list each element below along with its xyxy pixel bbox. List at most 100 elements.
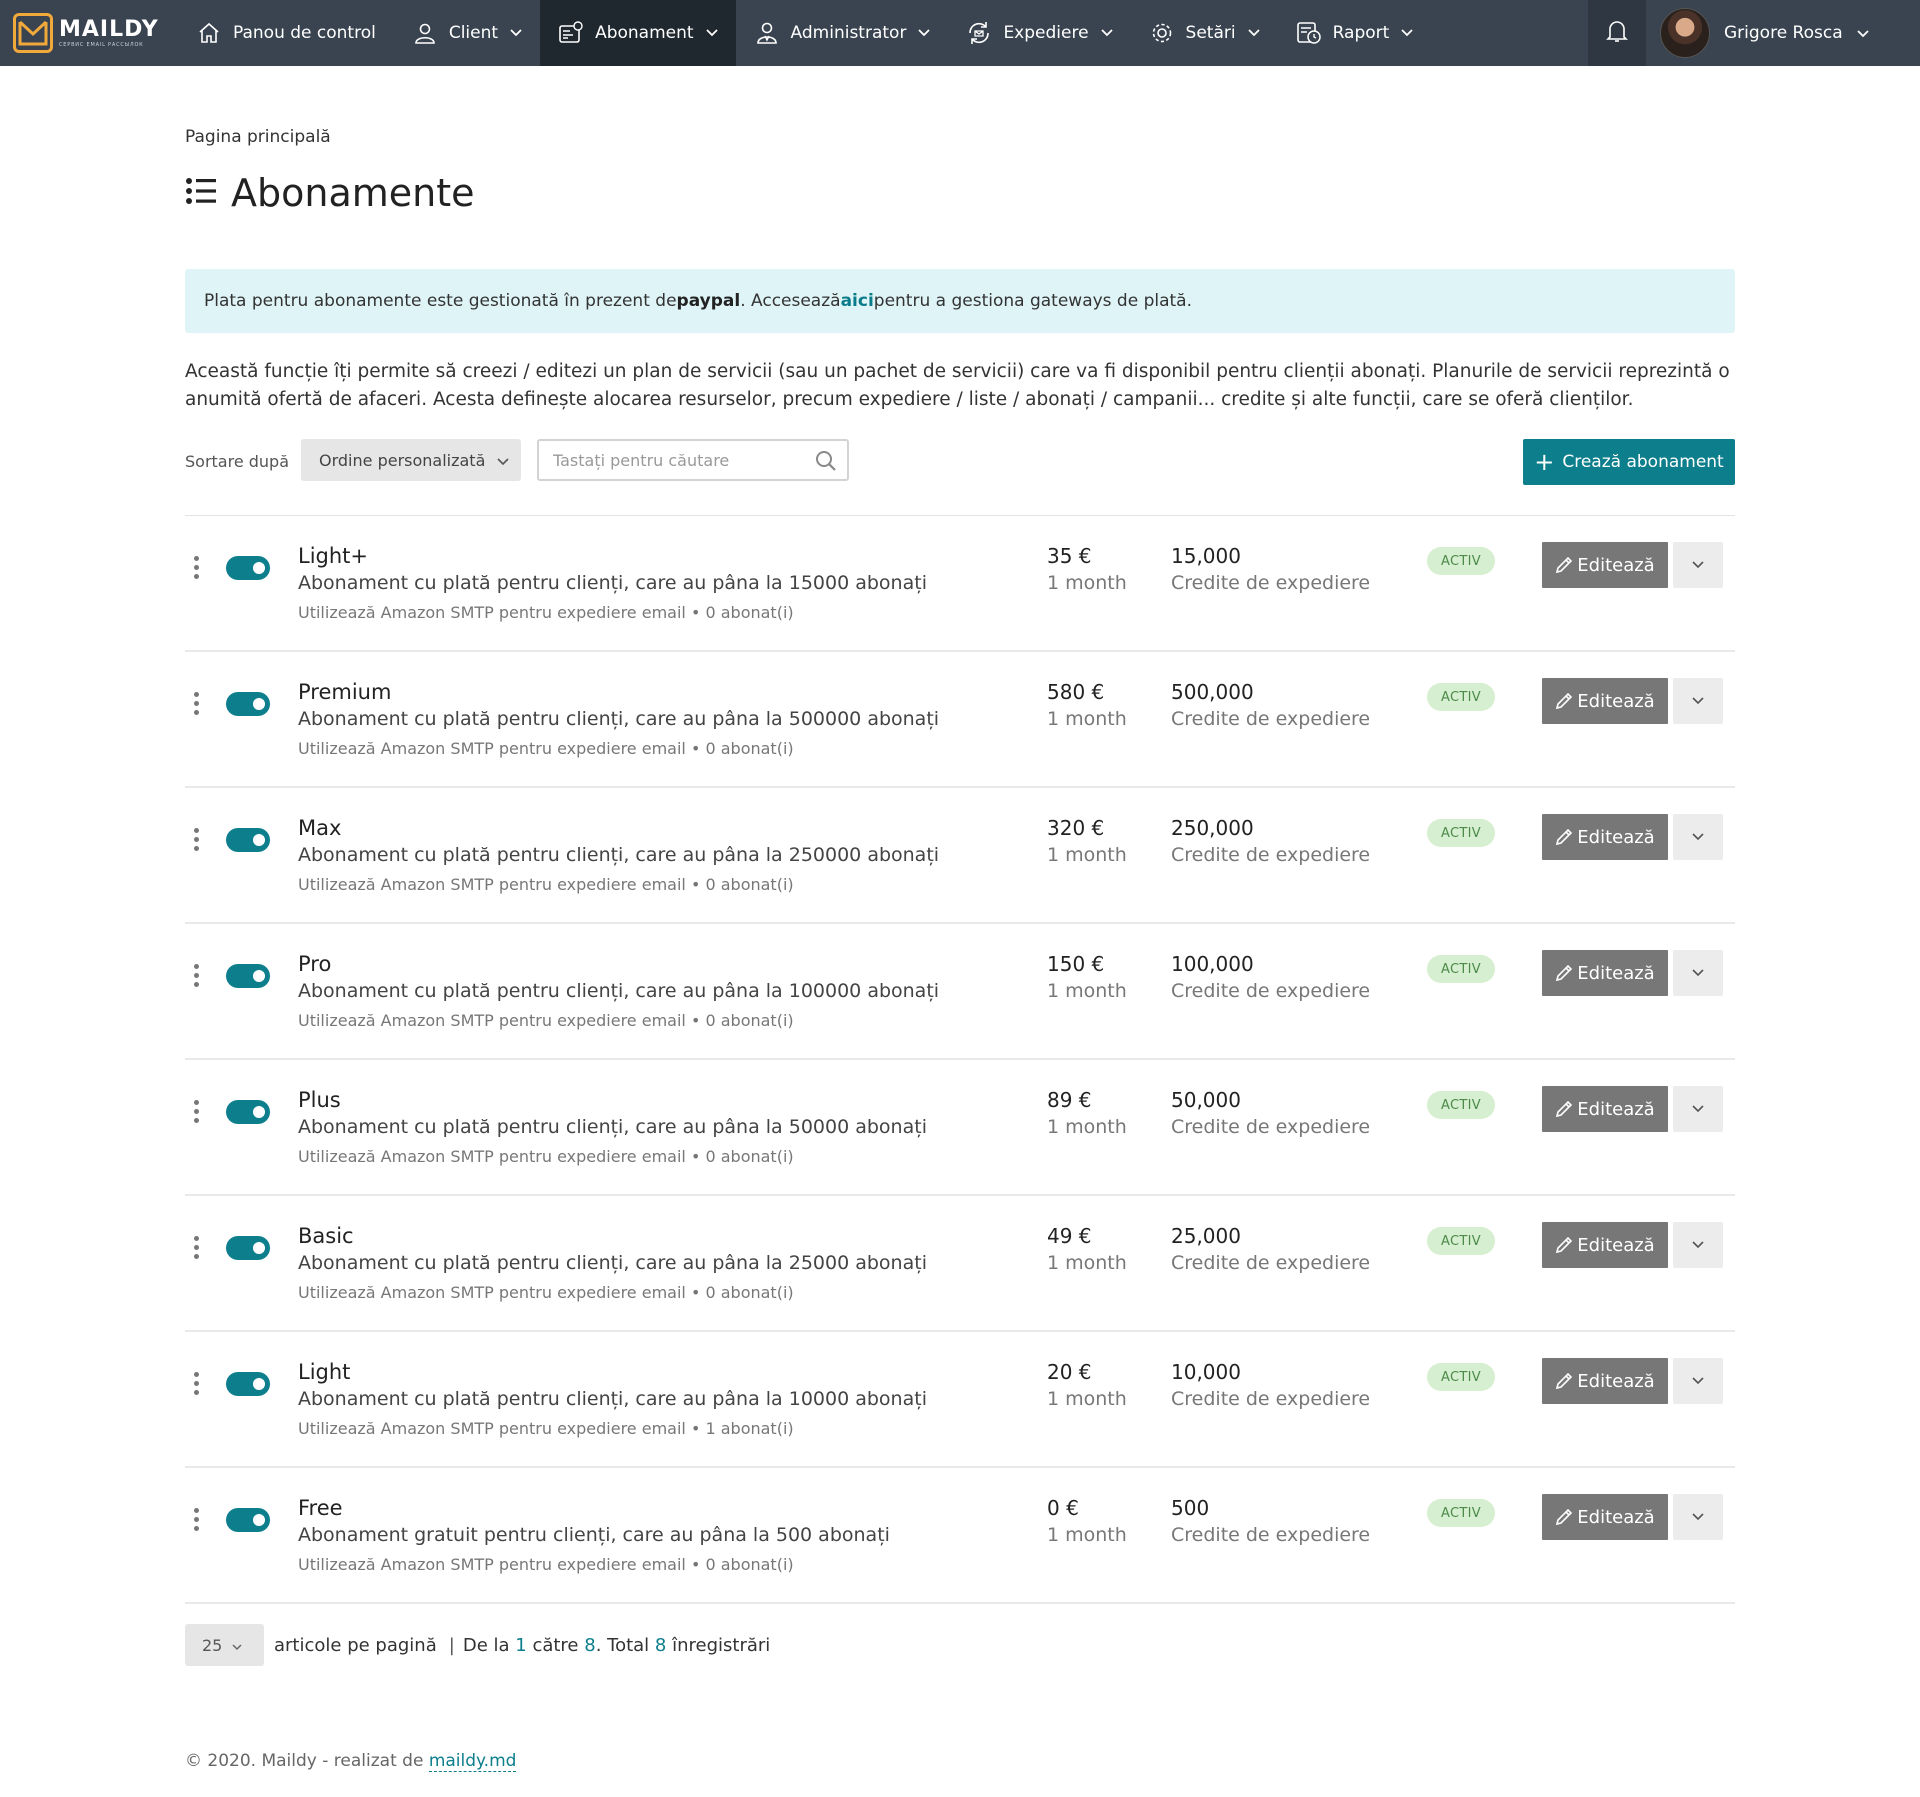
edit-button[interactable]: Editează bbox=[1542, 542, 1668, 588]
nav-sending-label: Expediere bbox=[1003, 23, 1089, 43]
plan-credits: 250,000 bbox=[1171, 816, 1254, 840]
search-input[interactable] bbox=[553, 450, 803, 470]
more-actions-button[interactable] bbox=[1673, 1086, 1723, 1132]
sort-select-value: Ordine personalizată bbox=[319, 450, 486, 470]
nav-administrator[interactable]: Administrator bbox=[736, 0, 949, 66]
search-icon[interactable] bbox=[815, 450, 837, 476]
nav-dashboard[interactable]: Panou de control bbox=[178, 0, 394, 66]
from-label: De la bbox=[462, 1634, 510, 1656]
chevron-down-icon bbox=[705, 27, 718, 39]
more-actions-button[interactable] bbox=[1673, 950, 1723, 996]
plan-description: Abonament cu plată pentru clienți, care … bbox=[298, 708, 940, 730]
plan-price: 580 € bbox=[1047, 680, 1105, 704]
edit-button[interactable]: Editează bbox=[1542, 1494, 1668, 1540]
drag-handle-icon[interactable] bbox=[194, 692, 200, 719]
sort-select[interactable]: Ordine personalizată bbox=[301, 439, 521, 481]
drag-handle-icon[interactable] bbox=[194, 556, 200, 583]
chevron-down-icon bbox=[1401, 27, 1413, 39]
more-actions-button[interactable] bbox=[1673, 1494, 1723, 1540]
plan-period: 1 month bbox=[1047, 1116, 1127, 1138]
breadcrumb[interactable]: Pagina principală bbox=[185, 127, 331, 147]
plan-price: 49 € bbox=[1047, 1224, 1092, 1248]
subscription-list: Light+ Abonament cu plată pentru clienți… bbox=[185, 515, 1735, 1604]
subscription-toggle[interactable] bbox=[226, 692, 270, 716]
plan-price: 35 € bbox=[1047, 544, 1092, 568]
edit-button-label: Editează bbox=[1577, 1234, 1655, 1256]
pencil-icon bbox=[1556, 1372, 1573, 1390]
notifications-button[interactable] bbox=[1588, 0, 1646, 66]
per-page-select[interactable]: 25 bbox=[185, 1624, 264, 1666]
more-actions-button[interactable] bbox=[1673, 814, 1723, 860]
footer-link[interactable]: maildy.md bbox=[428, 1751, 517, 1772]
nav-subscription[interactable]: Abonament bbox=[540, 0, 736, 66]
create-subscription-button[interactable]: + Crează abonament bbox=[1523, 439, 1735, 485]
subscription-row: Premium Abonament cu plată pentru clienț… bbox=[185, 652, 1735, 788]
edit-button[interactable]: Editează bbox=[1542, 1086, 1668, 1132]
subscription-toggle[interactable] bbox=[226, 1100, 270, 1124]
subscription-toggle[interactable] bbox=[226, 828, 270, 852]
pencil-icon bbox=[1556, 1236, 1573, 1254]
edit-button[interactable]: Editează bbox=[1542, 950, 1668, 996]
chevron-down-icon bbox=[1692, 1513, 1704, 1521]
edit-button[interactable]: Editează bbox=[1542, 814, 1668, 860]
subscription-toggle[interactable] bbox=[226, 556, 270, 580]
plan-credits-label: Credite de expediere bbox=[1171, 844, 1371, 866]
plan-description: Abonament cu plată pentru clienți, care … bbox=[298, 980, 940, 1002]
more-actions-button[interactable] bbox=[1673, 1222, 1723, 1268]
from-value: 1 bbox=[515, 1634, 527, 1656]
subscription-toggle[interactable] bbox=[226, 1372, 270, 1396]
plan-credits: 100,000 bbox=[1171, 952, 1254, 976]
plan-name[interactable]: Pro bbox=[298, 952, 331, 976]
user-icon bbox=[412, 20, 438, 46]
plan-name[interactable]: Free bbox=[298, 1496, 343, 1520]
plan-credits-label: Credite de expediere bbox=[1171, 980, 1371, 1002]
list-icon bbox=[185, 176, 217, 210]
plan-name[interactable]: Basic bbox=[298, 1224, 354, 1248]
plan-description: Abonament cu plată pentru clienți, care … bbox=[298, 572, 927, 594]
plan-name[interactable]: Light bbox=[298, 1360, 350, 1384]
plan-description: Abonament cu plată pentru clienți, care … bbox=[298, 1388, 927, 1410]
more-actions-button[interactable] bbox=[1673, 542, 1723, 588]
drag-handle-icon[interactable] bbox=[194, 1372, 200, 1399]
drag-handle-icon[interactable] bbox=[194, 828, 200, 855]
plan-period: 1 month bbox=[1047, 1252, 1127, 1274]
drag-handle-icon[interactable] bbox=[194, 964, 200, 991]
edit-button[interactable]: Editează bbox=[1542, 1358, 1668, 1404]
drag-handle-icon[interactable] bbox=[194, 1508, 200, 1535]
alert-link[interactable]: aici bbox=[841, 291, 874, 311]
drag-handle-icon[interactable] bbox=[194, 1236, 200, 1263]
report-icon bbox=[1296, 20, 1322, 46]
pencil-icon bbox=[1556, 1100, 1573, 1118]
plan-name[interactable]: Plus bbox=[298, 1088, 341, 1112]
plan-meta: Utilizează Amazon SMTP pentru expediere … bbox=[298, 1555, 794, 1574]
plan-period: 1 month bbox=[1047, 1388, 1127, 1410]
user-menu[interactable]: Grigore Rosca bbox=[1660, 0, 1869, 66]
subscription-row: Free Abonament gratuit pentru clienți, c… bbox=[185, 1468, 1735, 1604]
search-box bbox=[537, 439, 849, 481]
edit-button[interactable]: Editează bbox=[1542, 1222, 1668, 1268]
plan-price: 0 € bbox=[1047, 1496, 1079, 1520]
nav-settings[interactable]: Setări bbox=[1131, 0, 1278, 66]
more-actions-button[interactable] bbox=[1673, 1358, 1723, 1404]
top-navbar: MAILDY СЕРВИС EMAIL РАССЫЛОК Panou de co… bbox=[0, 0, 1920, 66]
nav-sending[interactable]: Expediere bbox=[948, 0, 1130, 66]
subscription-toggle[interactable] bbox=[226, 964, 270, 988]
plan-credits: 15,000 bbox=[1171, 544, 1241, 568]
plan-name[interactable]: Premium bbox=[298, 680, 391, 704]
subscription-toggle[interactable] bbox=[226, 1508, 270, 1532]
subscription-toggle[interactable] bbox=[226, 1236, 270, 1260]
plan-description: Abonament gratuit pentru clienți, care a… bbox=[298, 1524, 890, 1546]
plan-credits-label: Credite de expediere bbox=[1171, 708, 1371, 730]
nav-client[interactable]: Client bbox=[394, 0, 540, 66]
nav-report[interactable]: Raport bbox=[1278, 0, 1432, 66]
drag-handle-icon[interactable] bbox=[194, 1100, 200, 1127]
plan-name[interactable]: Light+ bbox=[298, 544, 368, 568]
more-actions-button[interactable] bbox=[1673, 678, 1723, 724]
alert-text-middle: . Accesează bbox=[740, 291, 841, 311]
brand-logo[interactable]: MAILDY СЕРВИС EMAIL РАССЫЛОК bbox=[0, 0, 178, 66]
status-badge: ACTIV bbox=[1427, 1499, 1495, 1527]
plan-meta: Utilizează Amazon SMTP pentru expediere … bbox=[298, 1147, 794, 1166]
plan-credits: 50,000 bbox=[1171, 1088, 1241, 1112]
edit-button[interactable]: Editează bbox=[1542, 678, 1668, 724]
plan-name[interactable]: Max bbox=[298, 816, 341, 840]
